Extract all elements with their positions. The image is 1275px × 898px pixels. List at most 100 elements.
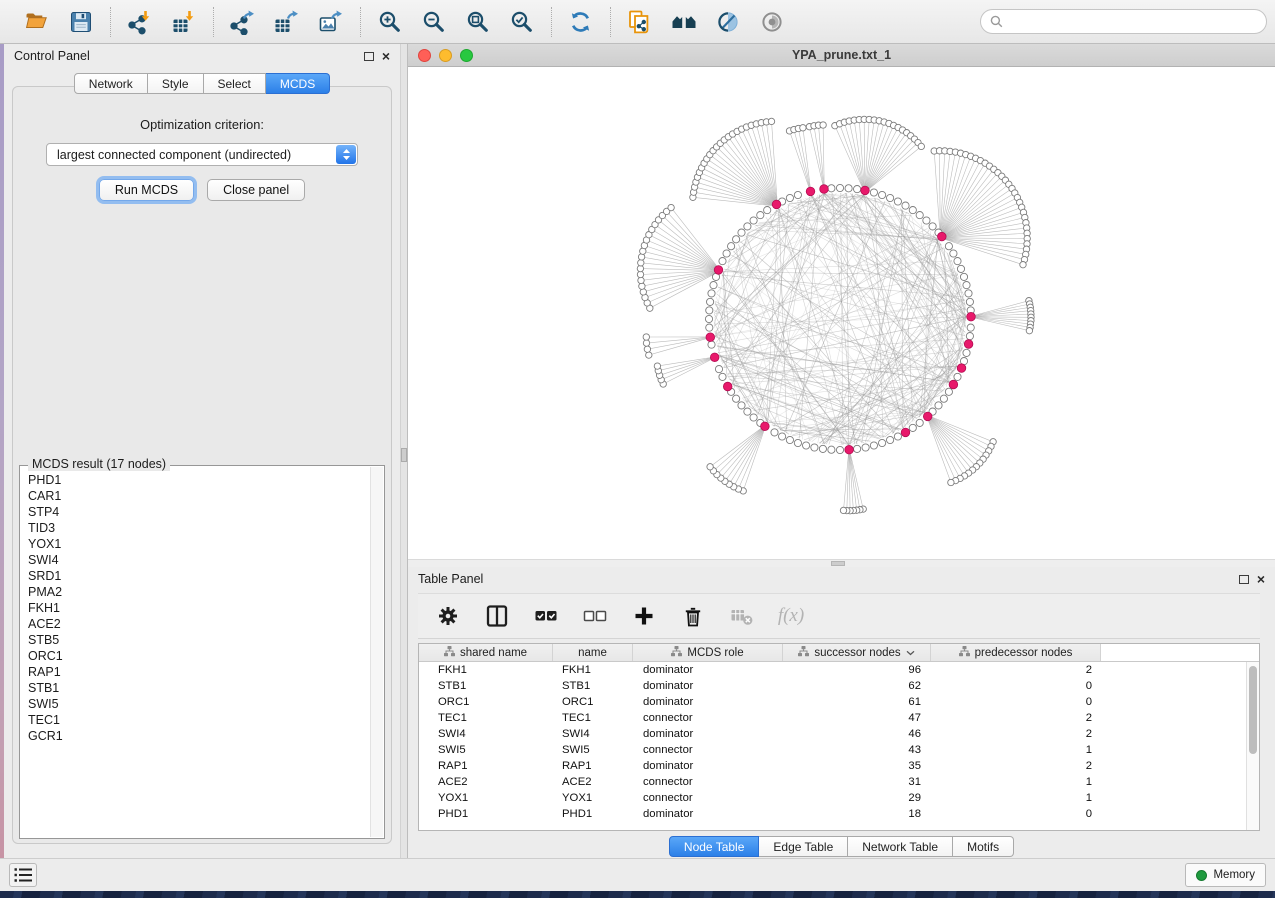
table-row[interactable]: SWI4SWI4dominator462 (419, 726, 1259, 742)
table-cell[interactable]: 2 (931, 728, 1101, 740)
table-cell[interactable]: STB1 (419, 680, 553, 692)
table-cell[interactable]: PHD1 (419, 808, 553, 820)
table-cell[interactable]: 18 (783, 808, 931, 820)
network-search-icon[interactable] (670, 8, 698, 36)
network-view-canvas[interactable] (408, 67, 1275, 559)
table-row[interactable]: PHD1PHD1dominator180 (419, 806, 1259, 822)
table-cell[interactable]: FKH1 (553, 664, 633, 676)
column-header-mcds-role[interactable]: MCDS role (633, 644, 783, 661)
table-row[interactable]: TEC1TEC1connector472 (419, 710, 1259, 726)
splitter-handle[interactable] (831, 561, 845, 566)
table-row[interactable]: YOX1YOX1connector291 (419, 790, 1259, 806)
open-folder-icon[interactable] (23, 8, 51, 36)
table-cell[interactable]: 0 (931, 696, 1101, 708)
search-box[interactable] (980, 9, 1267, 34)
clone-network-icon[interactable] (626, 8, 654, 36)
window-close-icon[interactable] (418, 49, 431, 62)
table-cell[interactable]: 1 (931, 744, 1101, 756)
column-header-successor-nodes[interactable]: successor nodes (783, 644, 931, 661)
table-row[interactable]: FKH1FKH1dominator962 (419, 662, 1259, 678)
close-panel-icon[interactable]: × (382, 51, 390, 61)
table-cell[interactable]: connector (633, 776, 783, 788)
table-cell[interactable]: 61 (783, 696, 931, 708)
table-row[interactable]: STB1STB1dominator620 (419, 678, 1259, 694)
table-settings-gear-icon[interactable] (434, 602, 462, 630)
column-header-predecessor-nodes[interactable]: predecessor nodes (931, 644, 1101, 661)
export-image-icon[interactable] (317, 8, 345, 36)
tab-select[interactable]: Select (204, 73, 266, 94)
column-header-name[interactable]: name (553, 644, 633, 661)
table-cell[interactable]: FKH1 (419, 664, 553, 676)
zoom-fit-icon[interactable] (464, 8, 492, 36)
column-header-shared-name[interactable]: shared name (419, 644, 553, 661)
table-cell[interactable]: RAP1 (419, 760, 553, 772)
mcds-result-node[interactable]: SWI5 (28, 696, 369, 712)
scrollbar-thumb[interactable] (1249, 666, 1257, 754)
window-zoom-icon[interactable] (460, 49, 473, 62)
table-cell[interactable]: ORC1 (419, 696, 553, 708)
table-cell[interactable]: 2 (931, 712, 1101, 724)
table-cell[interactable]: 35 (783, 760, 931, 772)
table-cell[interactable]: SWI5 (553, 744, 633, 756)
tab-edge-table[interactable]: Edge Table (759, 836, 848, 857)
mcds-result-node[interactable]: STB1 (28, 680, 369, 696)
tab-mcds[interactable]: MCDS (266, 73, 330, 94)
table-cell[interactable]: 46 (783, 728, 931, 740)
zoom-in-icon[interactable] (376, 8, 404, 36)
table-cell[interactable]: 2 (931, 664, 1101, 676)
table-cell[interactable]: TEC1 (553, 712, 633, 724)
export-table-icon[interactable] (273, 8, 301, 36)
mcds-result-node[interactable]: ACE2 (28, 616, 369, 632)
table-row[interactable]: RAP1RAP1dominator352 (419, 758, 1259, 774)
table-cell[interactable]: dominator (633, 664, 783, 676)
table-cell[interactable]: 0 (931, 808, 1101, 820)
table-cell[interactable]: 1 (931, 792, 1101, 804)
export-network-icon[interactable] (229, 8, 257, 36)
table-cell[interactable]: YOX1 (419, 792, 553, 804)
table-cell[interactable]: SWI5 (419, 744, 553, 756)
import-table-icon[interactable] (170, 8, 198, 36)
run-mcds-button[interactable]: Run MCDS (99, 179, 194, 201)
deselect-all-columns-icon[interactable] (581, 602, 609, 630)
mcds-result-node[interactable]: ORC1 (28, 648, 369, 664)
table-scrollbar[interactable] (1246, 662, 1259, 830)
table-cell[interactable]: dominator (633, 680, 783, 692)
splitter-handle[interactable] (401, 448, 407, 462)
table-cell[interactable]: SWI4 (419, 728, 553, 740)
column-layout-icon[interactable] (483, 602, 511, 630)
tab-node-table[interactable]: Node Table (669, 836, 760, 857)
table-cell[interactable]: 47 (783, 712, 931, 724)
tab-network[interactable]: Network (74, 73, 148, 94)
optimization-criterion-select[interactable]: largest connected component (undirected) (46, 143, 358, 166)
network-graph[interactable] (408, 67, 1275, 559)
table-cell[interactable]: dominator (633, 808, 783, 820)
table-cell[interactable]: 96 (783, 664, 931, 676)
table-cell[interactable]: 1 (931, 776, 1101, 788)
mcds-result-node[interactable]: SRD1 (28, 568, 369, 584)
table-cell[interactable]: 43 (783, 744, 931, 756)
table-cell[interactable]: connector (633, 712, 783, 724)
horizontal-splitter[interactable] (408, 559, 1275, 567)
mcds-result-node[interactable]: GCR1 (28, 728, 369, 744)
table-cell[interactable]: PHD1 (553, 808, 633, 820)
table-cell[interactable]: ORC1 (553, 696, 633, 708)
table-cell[interactable]: ACE2 (553, 776, 633, 788)
table-row[interactable]: ACE2ACE2connector311 (419, 774, 1259, 790)
table-cell[interactable]: SWI4 (553, 728, 633, 740)
table-row[interactable]: SWI5SWI5connector431 (419, 742, 1259, 758)
refresh-layout-icon[interactable] (567, 8, 595, 36)
table-cell[interactable]: YOX1 (553, 792, 633, 804)
tab-style[interactable]: Style (148, 73, 204, 94)
zoom-out-icon[interactable] (420, 8, 448, 36)
mcds-result-node[interactable]: RAP1 (28, 664, 369, 680)
network-window-titlebar[interactable]: YPA_prune.txt_1 (408, 44, 1275, 67)
table-cell[interactable]: TEC1 (419, 712, 553, 724)
mcds-result-node[interactable]: STB5 (28, 632, 369, 648)
mcds-result-node[interactable]: YOX1 (28, 536, 369, 552)
show-panel-list-button[interactable] (9, 863, 37, 887)
table-cell[interactable]: STB1 (553, 680, 633, 692)
add-column-icon[interactable] (630, 602, 658, 630)
mcds-result-list[interactable]: PHD1CAR1STP4TID3YOX1SWI4SRD1PMA2FKH1ACE2… (21, 472, 369, 837)
mcds-result-node[interactable]: TEC1 (28, 712, 369, 728)
table-cell[interactable]: dominator (633, 760, 783, 772)
